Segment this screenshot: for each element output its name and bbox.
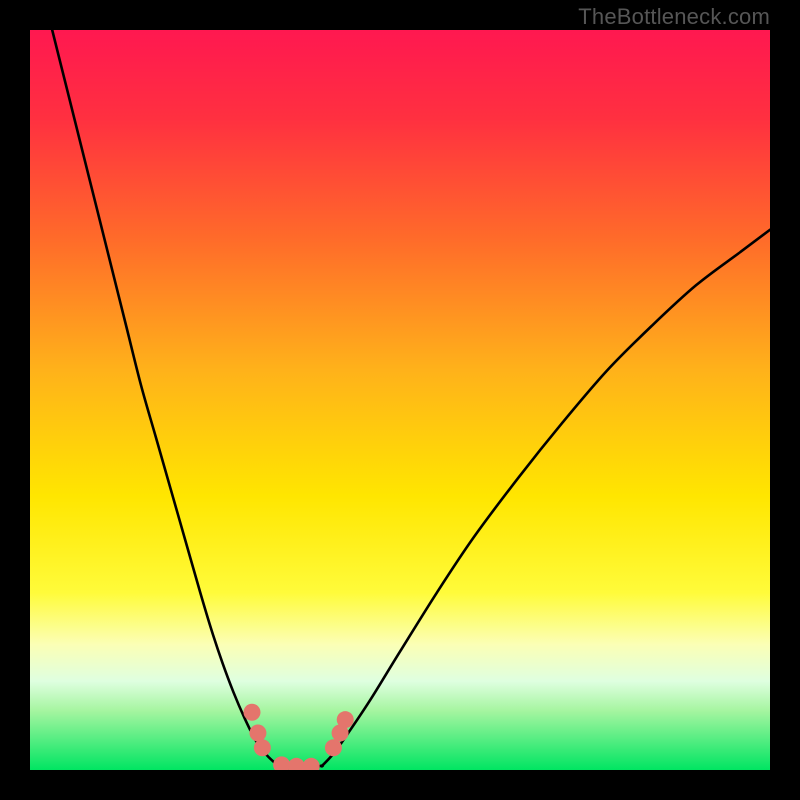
data-point-p5 xyxy=(288,758,305,770)
plot-area xyxy=(30,30,770,770)
data-point-p1 xyxy=(244,704,261,721)
data-point-p4 xyxy=(273,756,290,770)
watermark: TheBottleneck.com xyxy=(578,4,770,30)
data-point-p9 xyxy=(337,711,354,728)
data-point-p7 xyxy=(325,739,342,756)
data-point-p3 xyxy=(254,739,271,756)
chart-frame: TheBottleneck.com xyxy=(0,0,800,800)
bottleneck-curve xyxy=(30,30,770,770)
data-point-p2 xyxy=(249,725,266,742)
data-point-p6 xyxy=(303,758,320,770)
